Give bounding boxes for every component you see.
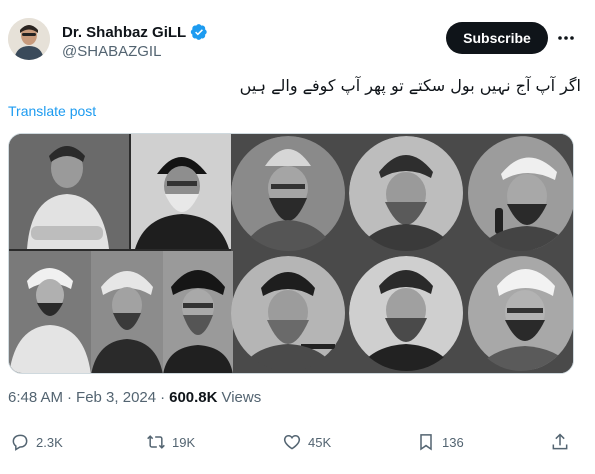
author-display-name[interactable]: Dr. Shahbaz GiLL bbox=[62, 24, 186, 41]
repost-icon bbox=[147, 435, 165, 449]
author-handle[interactable]: @SHABAZGIL bbox=[62, 43, 161, 60]
share-button[interactable] bbox=[550, 432, 570, 452]
repost-button[interactable]: 19K bbox=[146, 432, 195, 452]
tweet-date[interactable]: Feb 3, 2024 bbox=[76, 389, 156, 406]
like-count: 45K bbox=[308, 434, 332, 450]
translate-post-link[interactable]: Translate post bbox=[8, 103, 96, 119]
portrait-tile bbox=[231, 136, 346, 251]
tweet-meta: 6:48 AM · Feb 3, 2024 · 600.8K Views bbox=[8, 389, 261, 406]
tweet-actions: 2.3K 19K 45K 136 bbox=[8, 432, 578, 462]
portrait-tile bbox=[163, 251, 233, 373]
portrait-tile bbox=[9, 134, 129, 249]
bookmark-icon bbox=[420, 434, 432, 451]
portrait-tile bbox=[467, 136, 573, 251]
portrait-tile bbox=[349, 136, 464, 251]
verified-badge-icon[interactable] bbox=[190, 23, 208, 41]
subscribe-button[interactable]: Subscribe bbox=[446, 22, 548, 54]
reply-icon bbox=[12, 434, 28, 451]
author-avatar[interactable] bbox=[8, 18, 50, 60]
heart-icon bbox=[283, 434, 301, 450]
tweet-text: اگر آپ آج نہیں بول سکتے تو پھر آپ کوفے و… bbox=[239, 76, 581, 95]
reply-button[interactable]: 2.3K bbox=[10, 432, 63, 452]
tweet-time[interactable]: 6:48 AM bbox=[8, 389, 63, 406]
tweet-image[interactable] bbox=[8, 133, 574, 374]
portrait-tile bbox=[9, 251, 91, 373]
bookmark-count: 136 bbox=[442, 434, 464, 450]
bookmark-button[interactable]: 136 bbox=[416, 432, 464, 452]
like-button[interactable]: 45K bbox=[282, 432, 331, 452]
views-count: 600.8K bbox=[169, 389, 218, 406]
portrait-tile bbox=[131, 134, 231, 249]
portrait-tile bbox=[349, 256, 464, 371]
share-icon bbox=[552, 433, 568, 450]
meta-separator: · bbox=[67, 389, 73, 406]
portrait-tile bbox=[467, 256, 573, 371]
reply-count: 2.3K bbox=[36, 434, 63, 450]
portrait-tile bbox=[231, 256, 346, 371]
portrait-tile bbox=[91, 251, 163, 373]
repost-count: 19K bbox=[172, 434, 196, 450]
meta-separator: · bbox=[160, 389, 166, 406]
views-label: Views bbox=[221, 389, 262, 406]
more-options-icon[interactable] bbox=[556, 28, 576, 48]
